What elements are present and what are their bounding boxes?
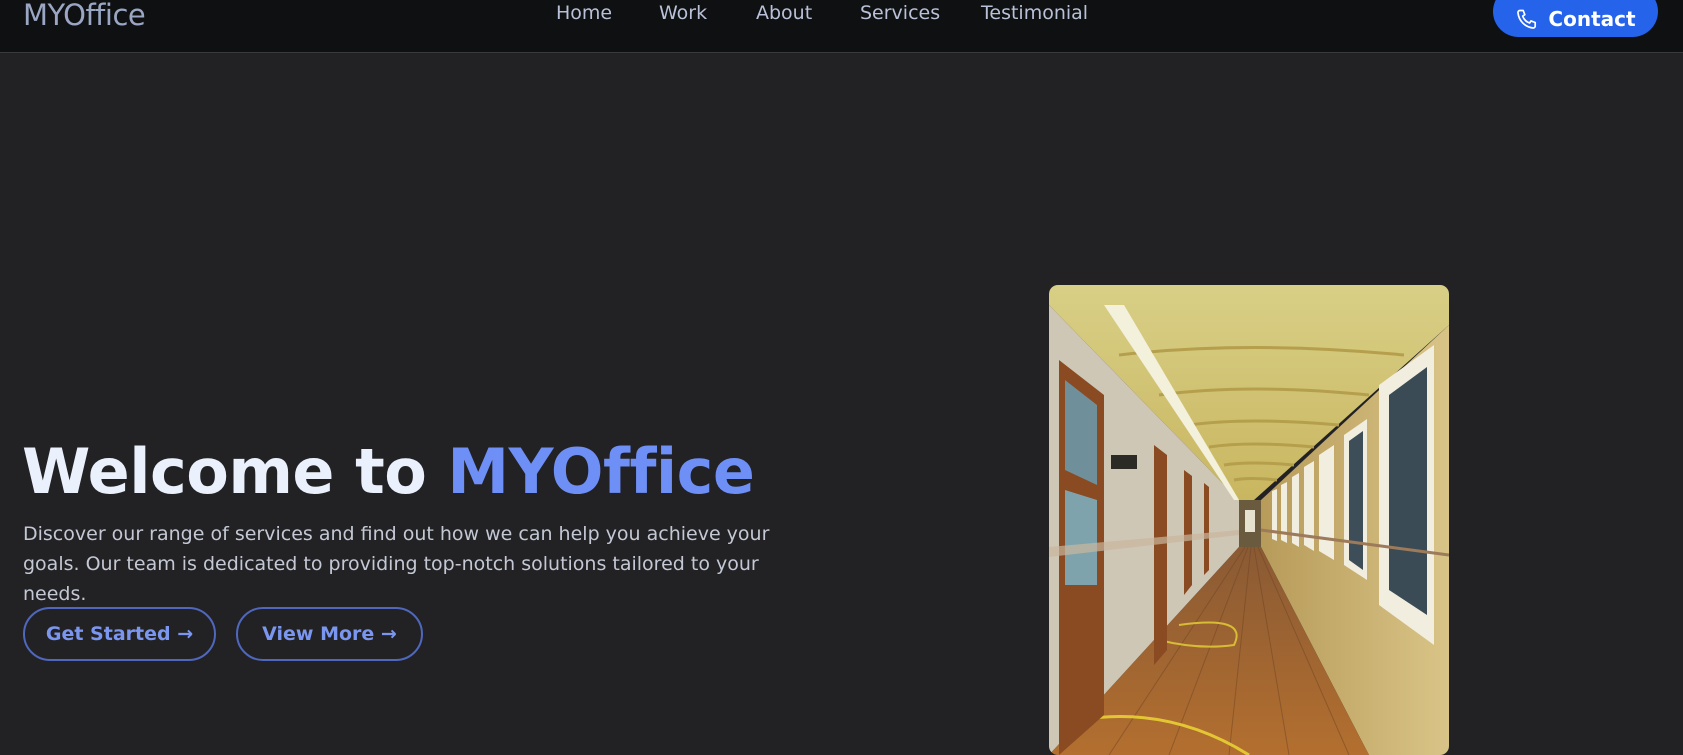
hero-title-prefix: Welcome to — [22, 435, 448, 508]
phone-icon — [1515, 7, 1539, 31]
contact-button[interactable]: Contact — [1493, 0, 1658, 37]
nav-services[interactable]: Services — [860, 2, 940, 24]
nav-work[interactable]: Work — [659, 2, 707, 24]
hero-description: Discover our range of services and find … — [23, 523, 770, 605]
nav-about[interactable]: About — [756, 2, 812, 24]
hero-image — [1049, 285, 1449, 755]
nav-testimonial[interactable]: Testimonial — [981, 2, 1088, 24]
top-navbar: MYOffice Home Work About Services Testim… — [0, 0, 1683, 53]
nav-links: Home Work About Services Testimonial — [0, 0, 1683, 30]
get-started-button[interactable]: Get Started → — [23, 607, 216, 661]
nav-home[interactable]: Home — [556, 2, 612, 24]
hero-title-highlight: MYOffice — [447, 435, 755, 508]
view-more-button[interactable]: View More → — [236, 607, 423, 661]
contact-label: Contact — [1548, 6, 1636, 31]
hero-title: Welcome to MYOffice — [22, 435, 755, 508]
